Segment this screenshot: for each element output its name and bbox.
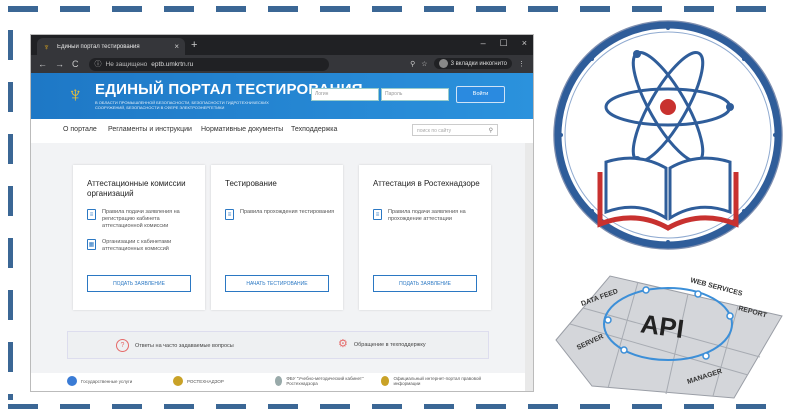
card-link[interactable]: ≡ Правила подачи заявления на регистраци…	[87, 209, 197, 230]
nav-documents[interactable]: Нормативные документы	[201, 126, 283, 133]
submit-application-button[interactable]: ПОДАТЬ ЗАЯВЛЕНИЕ	[87, 275, 191, 292]
info-icon[interactable]: ⓘ	[95, 59, 102, 69]
forward-icon[interactable]: →	[55, 59, 64, 69]
browser-tab-bar: ♆ Единый портал тестирования × + – ☐ ×	[31, 35, 533, 55]
url-text[interactable]: eptb.umkrtn.ru	[151, 61, 193, 68]
card-link[interactable]: ▦ Организации с кабинетами аттестационны…	[87, 239, 197, 253]
browser-window: ♆ Единый портал тестирования × + – ☐ × ←…	[30, 34, 534, 392]
search-icon[interactable]: ⚲	[410, 60, 415, 68]
main-content: Аттестационные комиссии организаций ≡ Пр…	[31, 143, 525, 391]
login-input[interactable]: Логин	[311, 88, 379, 101]
document-icon: ≡	[87, 209, 96, 220]
nav-buttons: ← → C	[38, 59, 79, 69]
faq-bar: ? Ответы на часто задаваемые вопросы ⚙ О…	[67, 331, 489, 359]
card-link-text: Правила прохождения тестирования	[240, 209, 335, 215]
window-controls: – ☐ ×	[481, 38, 527, 49]
address-bar[interactable]: ⓘ Не защищено eptb.umkrtn.ru	[88, 57, 329, 71]
umc-icon	[275, 376, 283, 386]
faq-label: Ответы на часто задаваемые вопросы	[135, 342, 234, 349]
security-label: Не защищено	[105, 60, 148, 68]
footer-label: РОСТЕХНАДЗОР	[187, 378, 224, 384]
card-title: Тестирование	[225, 179, 277, 188]
reload-icon[interactable]: C	[72, 59, 79, 69]
footer-link[interactable]: Официальный интернет-портал правовой инф…	[381, 376, 491, 386]
emblem-icon: ♆	[67, 82, 84, 107]
menu-icon[interactable]: ⋮	[518, 60, 525, 68]
api-puzzle-image: DATA FEED WEB SERVICES REPORT SERVER MAN…	[548, 262, 788, 402]
document-icon: ≡	[373, 209, 382, 220]
card-rostekhnadzor: Аттестация в Ростехнадзоре ≡ Правила под…	[359, 165, 491, 310]
card-link-text: Правила подачи заявления на прохождение …	[388, 209, 466, 222]
card-link-text: Правила подачи заявления на регистрацию …	[102, 209, 180, 229]
card-title: Аттестационные комиссии организаций	[87, 179, 186, 198]
atom-book-logo-svg	[553, 20, 783, 250]
footer-link[interactable]: Государственные услуги	[67, 376, 132, 386]
card-link[interactable]: ≡ Правила прохождения тестирования	[225, 209, 335, 220]
page-scrollbar[interactable]	[525, 143, 533, 391]
card-link[interactable]: ≡ Правила подачи заявления на прохождени…	[373, 209, 483, 223]
tab-close-icon[interactable]: ×	[174, 42, 179, 51]
submit-application-button[interactable]: ПОДАТЬ ЗАЯВЛЕНИЕ	[373, 275, 477, 292]
faq-link[interactable]: ? Ответы на часто задаваемые вопросы	[116, 339, 234, 352]
password-input[interactable]: Пароль	[381, 88, 449, 101]
toolbar-right: ⚲ ☆ 3 вкладки инкогнито ⋮	[410, 58, 525, 69]
site-search-input[interactable]: поиск по сайту ⚲	[412, 124, 498, 136]
footer-link[interactable]: ФБУ "Учебно-методический кабинет" Ростех…	[275, 376, 367, 386]
footer-label: Государственные услуги	[81, 378, 133, 384]
site-search-placeholder: поиск по сайту	[417, 128, 452, 134]
incognito-icon	[438, 59, 448, 68]
minimize-icon[interactable]: –	[481, 38, 486, 49]
question-icon: ?	[116, 339, 129, 352]
magnifier-icon[interactable]: ⚲	[489, 125, 493, 137]
card-testing: Тестирование ≡ Правила прохождения тести…	[211, 165, 343, 310]
incognito-label: 3 вкладки инкогнито	[450, 60, 507, 67]
rostekhnadzor-icon	[173, 376, 183, 386]
incognito-indicator[interactable]: 3 вкладки инкогнито	[433, 58, 512, 69]
card-commissions: Аттестационные комиссии организаций ≡ Пр…	[73, 165, 205, 310]
card-link-text: Организации с кабинетами аттестационных …	[102, 239, 172, 252]
new-tab-icon[interactable]: +	[191, 39, 197, 51]
atom-book-logo	[548, 12, 788, 258]
api-puzzle-svg: DATA FEED WEB SERVICES REPORT SERVER MAN…	[555, 275, 783, 399]
support-link[interactable]: ⚙ Обращение в техподдержку	[338, 339, 426, 350]
card-title: Аттестация в Ростехнадзоре	[373, 179, 480, 188]
dashed-frame-left	[8, 30, 13, 400]
back-icon[interactable]: ←	[38, 59, 47, 69]
gosuslugi-icon	[67, 376, 77, 386]
footer-label: ФБУ "Учебно-методический кабинет" Ростех…	[286, 376, 364, 386]
footer-label: Официальный интернет-портал правовой инф…	[393, 376, 481, 386]
browser-tab[interactable]: ♆ Единый портал тестирования ×	[37, 38, 185, 55]
gear-icon: ⚙	[338, 338, 348, 350]
maximize-icon[interactable]: ☐	[500, 38, 508, 49]
star-icon[interactable]: ☆	[421, 60, 427, 68]
building-icon: ▦	[87, 239, 96, 250]
footer-link[interactable]: РОСТЕХНАДЗОР	[173, 376, 224, 386]
support-label: Обращение в техподдержку	[353, 341, 426, 348]
window-close-icon[interactable]: ×	[522, 38, 527, 49]
site-nav: О портале Регламенты и инструкции Нормат…	[31, 119, 533, 144]
emblem-favicon-icon: ♆	[43, 41, 50, 52]
nav-support[interactable]: Техподдержка	[291, 126, 337, 133]
footer-links: Государственные услуги РОСТЕХНАДЗОР ФБУ …	[31, 373, 525, 391]
pravo-icon	[381, 376, 390, 386]
nav-regulations[interactable]: Регламенты и инструкции	[108, 126, 192, 133]
site-subtitle: В ОБЛАСТИ ПРОМЫШЛЕННОЙ БЕЗОПАСНОСТИ, БЕЗ…	[95, 100, 269, 110]
login-button[interactable]: Войти	[456, 86, 505, 103]
document-icon: ≡	[225, 209, 234, 220]
browser-toolbar: ← → C ⓘ Не защищено eptb.umkrtn.ru ⚲ ☆ 3…	[31, 55, 533, 73]
nav-about[interactable]: О портале	[63, 126, 97, 133]
start-testing-button[interactable]: НАЧАТЬ ТЕСТИРОВАНИЕ	[225, 275, 329, 292]
puzzle-label-api: API	[639, 308, 686, 344]
site-header: ♆ ЕДИНЫЙ ПОРТАЛ ТЕСТИРОВАНИЯ В ОБЛАСТИ П…	[31, 73, 533, 119]
dashed-frame-bottom	[8, 404, 788, 409]
tab-title: Единый портал тестирования	[57, 43, 140, 50]
